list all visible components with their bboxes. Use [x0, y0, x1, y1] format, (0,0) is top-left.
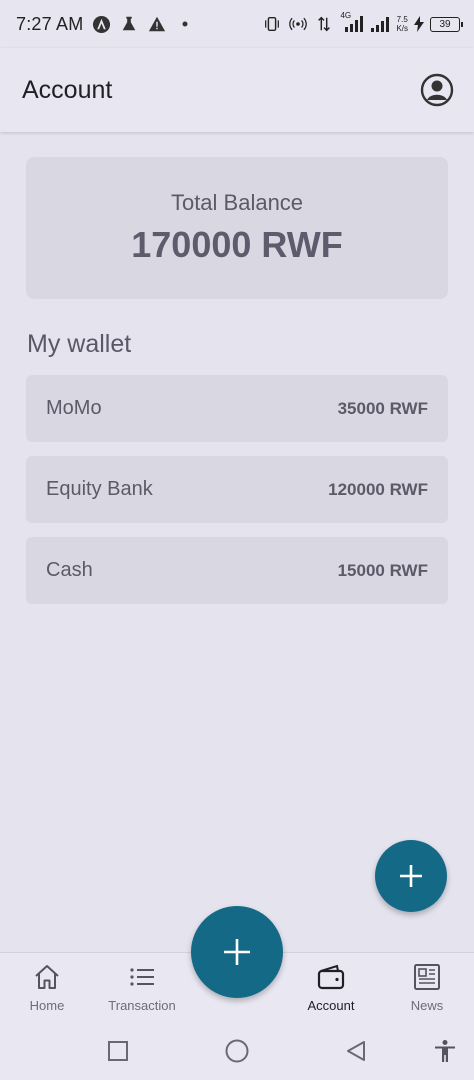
vibrate-icon	[262, 14, 282, 34]
charging-icon	[414, 14, 424, 34]
wallet-item-cash[interactable]: Cash 15000 RWF	[26, 537, 448, 604]
total-balance-value: 170000 RWF	[131, 224, 343, 265]
hotspot-icon	[288, 14, 308, 34]
warning-icon	[147, 14, 167, 34]
nav-label-transaction: Transaction	[108, 998, 176, 1013]
nav-item-news[interactable]: News	[382, 961, 472, 1021]
status-time: 7:27 AM	[16, 13, 84, 34]
nav-label-account: Account	[307, 998, 355, 1013]
nav-label-home: Home	[29, 998, 65, 1013]
nav-item-account[interactable]: Account	[286, 961, 376, 1021]
wallet-section-title: My wallet	[27, 330, 132, 358]
network-speed-value: 7.5	[396, 15, 408, 24]
list-icon	[126, 961, 158, 993]
network-speed-unit: K/s	[396, 24, 408, 33]
add-transaction-fab[interactable]	[191, 906, 283, 998]
add-wallet-fab[interactable]	[375, 840, 447, 912]
wallet-list: MoMo 35000 RWF Equity Bank 120000 RWF Ca…	[26, 375, 448, 618]
accessibility-icon[interactable]	[430, 1036, 460, 1066]
nav-label-news: News	[410, 998, 444, 1013]
wallet-item-momo[interactable]: MoMo 35000 RWF	[26, 375, 448, 442]
wallet-icon	[315, 961, 347, 993]
signal-icon: 4G	[340, 11, 364, 34]
status-bar: 7:27 AM 4G 7.5 K/s 39	[0, 0, 474, 48]
status-left: 7:27 AM	[16, 14, 195, 35]
newspaper-icon	[411, 961, 443, 993]
back-triangle-icon[interactable]	[341, 1036, 371, 1066]
plus-icon	[224, 939, 250, 965]
data-arrows-icon	[314, 14, 334, 34]
signal-2-icon	[370, 14, 390, 34]
home-circle-icon[interactable]	[222, 1036, 252, 1066]
total-balance-label: Total Balance	[170, 190, 304, 215]
wallet-amount: 35000 RWF	[337, 398, 428, 418]
app-bar: Account	[0, 48, 474, 132]
page-title: Account	[22, 75, 113, 104]
plus-icon	[400, 865, 422, 887]
nav-item-home[interactable]: Home	[2, 961, 92, 1021]
total-balance-card: Total Balance 170000 RWF	[26, 157, 448, 299]
dot-icon	[175, 14, 195, 34]
system-navigation-bar	[0, 1022, 474, 1080]
wallet-name: Cash	[46, 559, 93, 581]
wallet-amount: 15000 RWF	[337, 560, 428, 580]
status-right: 4G 7.5 K/s 39	[262, 11, 463, 34]
network-speed: 7.5 K/s	[396, 15, 408, 33]
recents-square-icon[interactable]	[103, 1036, 133, 1066]
account-circle-icon[interactable]	[420, 73, 454, 107]
wallet-name: MoMo	[46, 397, 102, 419]
battery-indicator: 39	[430, 16, 463, 32]
signal-label: 4G	[340, 11, 352, 20]
anchor-circle-icon	[91, 14, 111, 34]
flask-icon	[119, 14, 139, 34]
nav-item-transaction[interactable]: Transaction	[97, 961, 187, 1021]
wallet-item-equity-bank[interactable]: Equity Bank 120000 RWF	[26, 456, 448, 523]
wallet-amount: 120000 RWF	[328, 479, 428, 499]
home-icon	[31, 961, 63, 993]
wallet-name: Equity Bank	[46, 478, 153, 500]
